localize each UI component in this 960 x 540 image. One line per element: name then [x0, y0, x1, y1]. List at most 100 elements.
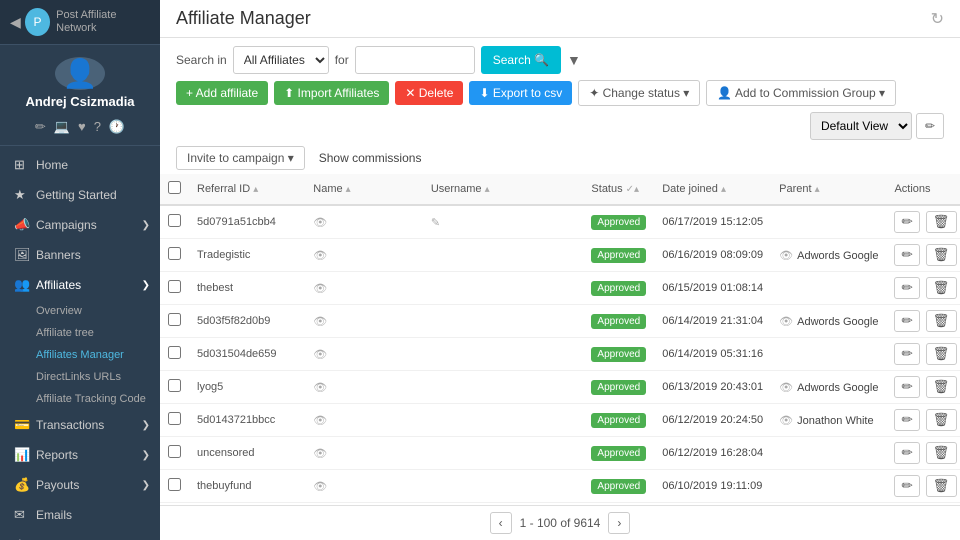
delete-row-button[interactable]: 🗑 [926, 475, 957, 497]
sidebar-item-getting-started[interactable]: ★ Getting Started [0, 180, 160, 210]
row-checkbox[interactable] [168, 379, 181, 392]
row-checkbox[interactable] [168, 247, 181, 260]
sidebar-item-overview[interactable]: Overview [0, 300, 160, 322]
refresh-icon[interactable]: ↻ [931, 9, 944, 29]
delete-row-button[interactable]: 🗑 [926, 211, 957, 233]
eye-icon[interactable]: 👁 [313, 382, 327, 394]
edit-row-button[interactable]: ✏ [894, 244, 919, 266]
show-commissions-button[interactable]: Show commissions [313, 147, 428, 169]
search-dropdown[interactable]: All Affiliates [233, 46, 329, 74]
row-checkbox[interactable] [168, 412, 181, 425]
row-checkbox[interactable] [168, 313, 181, 326]
delete-row-button[interactable]: 🗑 [926, 409, 957, 431]
edit-row-button[interactable]: ✏ [894, 211, 919, 233]
row-checkbox[interactable] [168, 280, 181, 293]
sidebar-item-banners[interactable]: 🖼 Banners [0, 240, 160, 270]
eye-icon[interactable]: 👁 [313, 316, 327, 328]
sidebar-item-affiliate-tree[interactable]: Affiliate tree [0, 322, 160, 344]
delete-row-button[interactable]: 🗑 [926, 376, 957, 398]
edit-icon[interactable]: ✏ [35, 119, 46, 135]
inline-edit-icon[interactable]: ✎ [431, 217, 440, 229]
eye-icon[interactable]: 👁 [313, 349, 327, 361]
parent-cell [771, 338, 886, 371]
chevron-right-icon: ❯ [142, 420, 150, 431]
referral-id-cell: 5d031504de659 [189, 338, 305, 371]
sidebar-item-reports[interactable]: 📊 Reports ❯ [0, 440, 160, 470]
col-status[interactable]: Status ✓▴ [583, 174, 654, 205]
col-date-joined[interactable]: Date joined ▴ [654, 174, 771, 205]
sidebar-back-button[interactable]: ◀ [10, 14, 21, 31]
search-input[interactable] [355, 46, 475, 74]
sidebar-item-configuration[interactable]: ⚙ Configuration [0, 530, 160, 540]
sidebar-item-directlinks-urls[interactable]: DirectLinks URLs [0, 366, 160, 388]
row-checkbox[interactable] [168, 214, 181, 227]
row-checkbox[interactable] [168, 346, 181, 359]
search-button[interactable]: Search 🔍 [481, 46, 561, 74]
edit-row-button[interactable]: ✏ [894, 442, 919, 464]
help-icon[interactable]: ? [94, 119, 101, 135]
status-cell: Approved [583, 338, 654, 371]
sidebar-nav: ⊞ Home ★ Getting Started 📣 Campaigns ❯ 🖼… [0, 146, 160, 540]
add-commission-group-button[interactable]: 👤 Add to Commission Group ▾ [706, 80, 896, 106]
select-all-checkbox[interactable] [168, 181, 181, 194]
delete-row-button[interactable]: 🗑 [926, 277, 957, 299]
edit-view-button[interactable]: ✏ [916, 113, 944, 139]
status-badge: Approved [591, 347, 646, 362]
edit-row-button[interactable]: ✏ [894, 310, 919, 332]
row-checkbox[interactable] [168, 478, 181, 491]
col-username[interactable]: Username ▴ [423, 174, 584, 205]
campaign-icon: 📣 [14, 217, 28, 233]
delete-row-button[interactable]: 🗑 [926, 310, 957, 332]
export-csv-button[interactable]: ⬇ Export to csv [469, 81, 572, 105]
table-wrap: Referral ID ▴ Name ▴ Username ▴ Status ✓… [160, 174, 960, 505]
sidebar-item-affiliate-tracking-code[interactable]: Affiliate Tracking Code [0, 388, 160, 410]
status-cell: Approved [583, 470, 654, 503]
eye-icon[interactable]: 👁 [313, 415, 327, 427]
status-cell: Approved [583, 272, 654, 305]
search-for-label: for [335, 53, 349, 67]
eye-icon[interactable]: 👁 [313, 283, 327, 295]
delete-row-button[interactable]: 🗑 [926, 442, 957, 464]
view-select[interactable]: Default View [810, 112, 912, 140]
nav-label: Payouts [36, 478, 79, 492]
next-page-button[interactable]: › [608, 512, 630, 534]
sub-action-row: Invite to campaign ▾ Show commissions [176, 146, 944, 170]
prev-page-button[interactable]: ‹ [490, 512, 512, 534]
delete-button[interactable]: ✕ Delete [395, 81, 463, 105]
eye-icon[interactable]: 👁 [313, 448, 327, 460]
sidebar-item-emails[interactable]: ✉ Emails [0, 500, 160, 530]
delete-row-button[interactable]: 🗑 [926, 244, 957, 266]
desktop-icon[interactable]: 💻 [54, 119, 70, 135]
sidebar-item-affiliates-manager[interactable]: Affiliates Manager [0, 344, 160, 366]
row-checkbox-cell [160, 470, 189, 503]
sidebar-item-campaigns[interactable]: 📣 Campaigns ❯ [0, 210, 160, 240]
col-parent[interactable]: Parent ▴ [771, 174, 886, 205]
edit-row-button[interactable]: ✏ [894, 409, 919, 431]
edit-row-button[interactable]: ✏ [894, 376, 919, 398]
table-row: 5d03f5f82d0b9 👁Jenny Doheny jenny@optpri… [160, 305, 960, 338]
sidebar-item-affiliates[interactable]: 👥 Affiliates ❯ [0, 270, 160, 300]
edit-row-button[interactable]: ✏ [894, 277, 919, 299]
row-checkbox[interactable] [168, 445, 181, 458]
col-name[interactable]: Name ▴ [305, 174, 423, 205]
col-referral-id[interactable]: Referral ID ▴ [189, 174, 305, 205]
affiliate-name: Yogi Nath [331, 382, 378, 394]
add-affiliate-button[interactable]: + Add affiliate [176, 81, 268, 105]
change-status-button[interactable]: ✦ Change status ▾ [578, 80, 700, 106]
sidebar-item-transactions[interactable]: 💳 Transactions ❯ [0, 410, 160, 440]
delete-row-button[interactable]: 🗑 [926, 343, 957, 365]
edit-row-button[interactable]: ✏ [894, 343, 919, 365]
eye-icon[interactable]: 👁 [313, 481, 327, 493]
eye-icon[interactable]: 👁 [313, 217, 327, 229]
heart-icon[interactable]: ♥ [78, 119, 86, 135]
actions-cell: ✏ 🗑 [886, 338, 960, 371]
invite-campaign-button[interactable]: Invite to campaign ▾ [176, 146, 305, 170]
edit-row-button[interactable]: ✏ [894, 475, 919, 497]
filter-icon[interactable]: ▼ [567, 52, 581, 68]
eye-icon[interactable]: 👁 [313, 250, 327, 262]
import-affiliates-button[interactable]: ⬆ Import Affiliates [274, 81, 389, 105]
name-cell: 👁 Yogi Nath [305, 371, 423, 404]
clock-icon[interactable]: 🕐 [109, 119, 125, 135]
sidebar-item-home[interactable]: ⊞ Home [0, 150, 160, 180]
sidebar-item-payouts[interactable]: 💰 Payouts ❯ [0, 470, 160, 500]
